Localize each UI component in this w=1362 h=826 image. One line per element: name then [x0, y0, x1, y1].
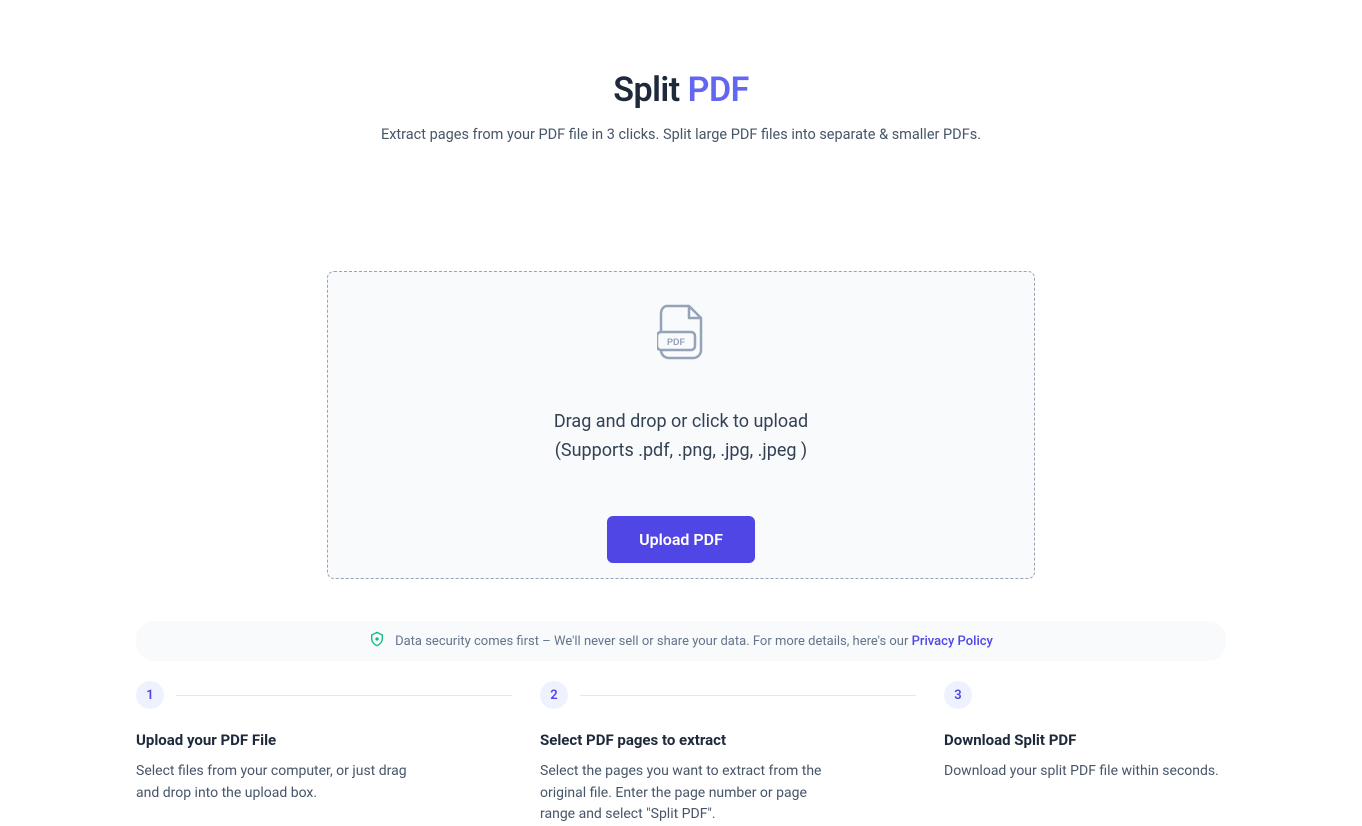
step-description: Select the pages you want to extract fro… [540, 761, 830, 826]
step-title: Upload your PDF File [136, 731, 512, 749]
dropzone-instructions: Drag and drop or click to upload (Suppor… [554, 408, 808, 466]
upload-dropzone[interactable]: PDF Drag and drop or click to upload (Su… [327, 271, 1035, 579]
dropzone-line2: (Supports .pdf, .png, .jpg, .jpeg ) [554, 437, 808, 466]
svg-text:PDF: PDF [667, 337, 686, 347]
step-2: 2 Select PDF pages to extract Select the… [540, 681, 916, 826]
upload-pdf-button[interactable]: Upload PDF [607, 516, 755, 563]
step-header: 1 [136, 681, 512, 709]
step-number-badge: 3 [944, 681, 972, 709]
step-description: Download your split PDF file within seco… [944, 761, 1226, 783]
step-divider [176, 695, 512, 696]
dropzone-line1: Drag and drop or click to upload [554, 408, 808, 437]
step-divider [580, 695, 916, 696]
step-title: Select PDF pages to extract [540, 731, 916, 749]
step-title: Download Split PDF [944, 731, 1226, 749]
shield-icon [369, 631, 385, 651]
security-notice: Data security comes first – We'll never … [136, 621, 1226, 661]
step-description: Select files from your computer, or just… [136, 761, 426, 804]
page-subtitle: Extract pages from your PDF file in 3 cl… [131, 126, 1231, 143]
step-number-badge: 1 [136, 681, 164, 709]
step-number-badge: 2 [540, 681, 568, 709]
step-header: 3 [944, 681, 1226, 709]
title-prefix: Split [613, 70, 679, 110]
steps-row: 1 Upload your PDF File Select files from… [136, 681, 1226, 826]
title-accent: PDF [688, 70, 749, 110]
page-title: Split PDF [131, 70, 1231, 110]
step-3: 3 Download Split PDF Download your split… [944, 681, 1226, 826]
step-header: 2 [540, 681, 916, 709]
pdf-file-icon: PDF [657, 304, 705, 408]
security-text: Data security comes first – We'll never … [395, 634, 993, 649]
step-1: 1 Upload your PDF File Select files from… [136, 681, 512, 826]
privacy-policy-link[interactable]: Privacy Policy [912, 634, 993, 649]
